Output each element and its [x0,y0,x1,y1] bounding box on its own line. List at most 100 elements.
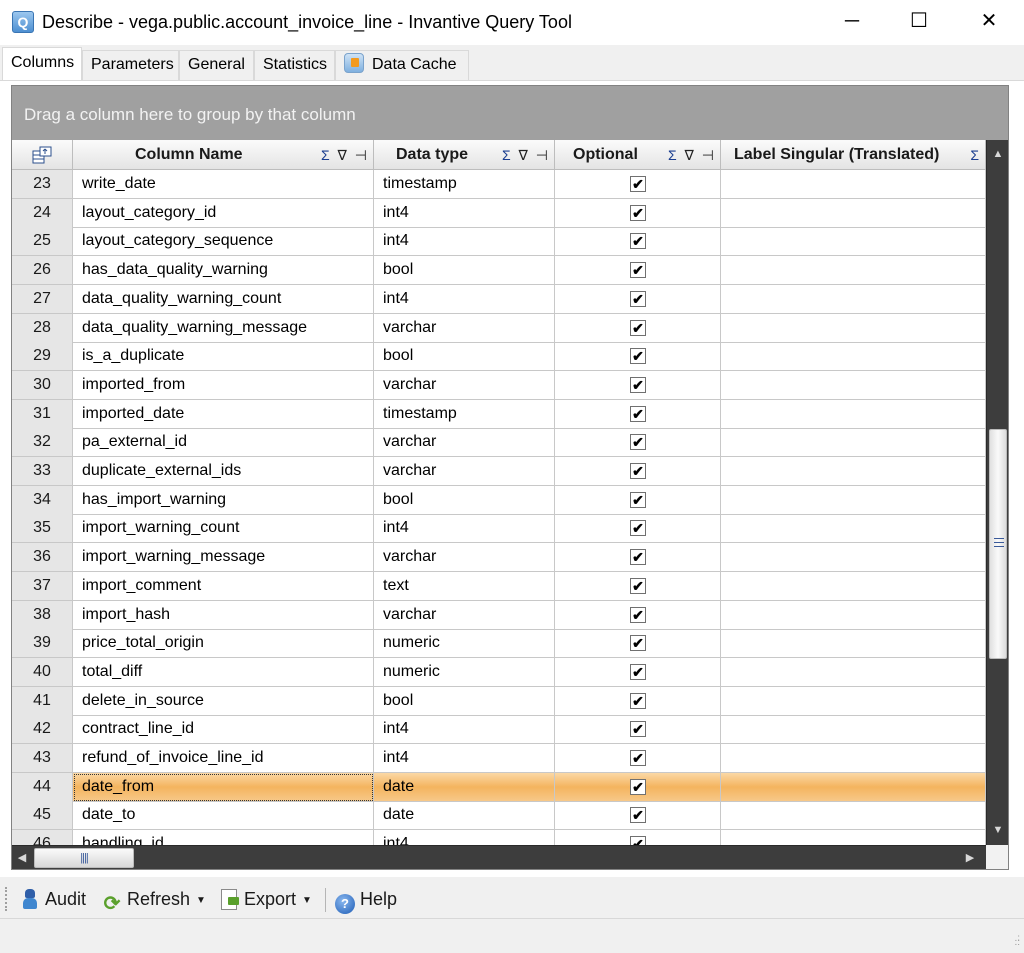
resize-grip-icon[interactable]: .:.: [1008,934,1020,949]
close-button[interactable]: ✕ [966,0,1012,45]
label-singular-cell[interactable] [721,600,986,630]
optional-checkbox[interactable]: ✔ [630,635,646,652]
table-row[interactable]: 35 import_warning_count int4 ✔ [12,514,986,544]
data-type-cell[interactable]: bool [374,485,555,515]
table-row[interactable]: 31 imported_date timestamp ✔ [12,399,986,429]
optional-cell[interactable]: ✔ [555,772,721,802]
optional-cell[interactable]: ✔ [555,600,721,630]
column-name-cell[interactable]: total_diff [73,657,374,687]
column-name-cell[interactable]: has_import_warning [73,485,374,515]
column-name-cell[interactable]: handling_id [73,830,374,845]
optional-checkbox[interactable]: ✔ [630,577,646,594]
optional-checkbox[interactable]: ✔ [630,405,646,422]
sum-icon[interactable]: Σ [502,147,513,163]
table-row[interactable]: 39 price_total_origin numeric ✔ [12,629,986,659]
column-name-cell[interactable]: data_quality_warning_count [73,284,374,314]
optional-cell[interactable]: ✔ [555,198,721,228]
optional-cell[interactable]: ✔ [555,543,721,573]
data-type-cell[interactable]: timestamp [374,399,555,429]
data-type-cell[interactable]: text [374,571,555,601]
optional-checkbox[interactable]: ✔ [630,204,646,221]
data-type-cell[interactable]: int4 [374,227,555,257]
optional-cell[interactable]: ✔ [555,370,721,400]
label-singular-cell[interactable] [721,571,986,601]
optional-cell[interactable]: ✔ [555,801,721,831]
optional-cell[interactable]: ✔ [555,284,721,314]
label-singular-cell[interactable] [721,256,986,286]
label-singular-cell[interactable] [721,629,986,659]
scroll-left-arrow-icon[interactable]: ◀ [16,851,28,864]
toolbar-grip[interactable] [5,887,8,911]
optional-checkbox[interactable]: ✔ [630,807,646,824]
vertical-scrollbar[interactable]: ▲ ▼ [986,140,1008,845]
label-singular-cell[interactable] [721,772,986,802]
column-name-cell[interactable]: has_data_quality_warning [73,256,374,286]
optional-checkbox[interactable]: ✔ [630,233,646,250]
table-row[interactable]: 26 has_data_quality_warning bool ✔ [12,256,986,286]
data-type-cell[interactable]: bool [374,256,555,286]
column-header-label-singular[interactable]: Label Singular (Translated) Σ [721,140,986,170]
data-type-cell[interactable]: int4 [374,198,555,228]
optional-checkbox[interactable]: ✔ [630,434,646,451]
optional-cell[interactable]: ✔ [555,399,721,429]
column-name-cell[interactable]: pa_external_id [73,428,374,458]
table-row[interactable]: 42 contract_line_id int4 ✔ [12,715,986,745]
label-singular-cell[interactable] [721,485,986,515]
table-row[interactable]: 36 import_warning_message varchar ✔ [12,543,986,573]
filter-icon[interactable]: ∇ [685,147,696,163]
column-header-tools[interactable]: Σ ∇ ⊣ [321,140,369,170]
column-header-optional[interactable]: Optional Σ ∇ ⊣ [555,140,721,170]
optional-cell[interactable]: ✔ [555,514,721,544]
tab-parameters[interactable]: Parameters [82,50,179,80]
refresh-button[interactable]: ⟳ Refresh ▼ [102,886,206,915]
filter-icon[interactable]: ∇ [519,147,530,163]
label-singular-cell[interactable] [721,543,986,573]
table-row[interactable]: 40 total_diff numeric ✔ [12,657,986,687]
data-type-cell[interactable]: varchar [374,313,555,343]
column-name-cell[interactable]: data_quality_warning_message [73,313,374,343]
table-row[interactable]: 38 import_hash varchar ✔ [12,600,986,630]
data-type-cell[interactable]: int4 [374,744,555,773]
data-type-cell[interactable]: date [374,772,555,802]
label-singular-cell[interactable] [721,313,986,343]
optional-cell[interactable]: ✔ [555,744,721,773]
label-singular-cell[interactable] [721,744,986,773]
table-row[interactable]: 45 date_to date ✔ [12,801,986,831]
optional-checkbox[interactable]: ✔ [630,750,646,766]
table-row[interactable]: 27 data_quality_warning_count int4 ✔ [12,284,986,314]
optional-checkbox[interactable]: ✔ [630,319,646,336]
optional-cell[interactable]: ✔ [555,830,721,845]
data-type-cell[interactable]: bool [374,686,555,716]
label-singular-cell[interactable] [721,227,986,257]
column-header-tools[interactable]: Σ ∇ ⊣ [668,140,716,170]
tab-general[interactable]: General [179,50,254,80]
column-name-cell[interactable]: imported_from [73,370,374,400]
data-type-cell[interactable]: numeric [374,657,555,687]
sum-icon[interactable]: Σ [321,147,332,163]
table-row[interactable]: 43 refund_of_invoice_line_id int4 ✔ [12,744,986,773]
table-row[interactable]: 46 handling_id int4 ✔ [12,830,986,845]
optional-checkbox[interactable]: ✔ [630,836,646,845]
data-type-cell[interactable]: varchar [374,600,555,630]
export-dropdown-icon[interactable]: ▼ [302,895,312,906]
column-name-cell[interactable]: import_comment [73,571,374,601]
label-singular-cell[interactable] [721,399,986,429]
column-header-data-type[interactable]: Data type Σ ∇ ⊣ [374,140,555,170]
optional-cell[interactable]: ✔ [555,629,721,659]
optional-cell[interactable]: ✔ [555,313,721,343]
column-name-cell[interactable]: date_from [73,772,374,802]
label-singular-cell[interactable] [721,830,986,845]
column-name-cell[interactable]: layout_category_sequence [73,227,374,257]
label-singular-cell[interactable] [721,657,986,687]
column-name-cell[interactable]: duplicate_external_ids [73,457,374,486]
minimize-button[interactable]: ─ [829,0,875,45]
column-name-cell[interactable]: write_date [73,170,374,199]
optional-checkbox[interactable]: ✔ [630,176,646,192]
optional-cell[interactable]: ✔ [555,686,721,716]
help-button[interactable]: ? Help [335,886,397,914]
optional-checkbox[interactable]: ✔ [630,463,646,479]
label-singular-cell[interactable] [721,170,986,199]
horizontal-scrollbar[interactable]: ◀ |||| ▶ [12,845,986,869]
column-name-cell[interactable]: price_total_origin [73,629,374,659]
label-singular-cell[interactable] [721,284,986,314]
